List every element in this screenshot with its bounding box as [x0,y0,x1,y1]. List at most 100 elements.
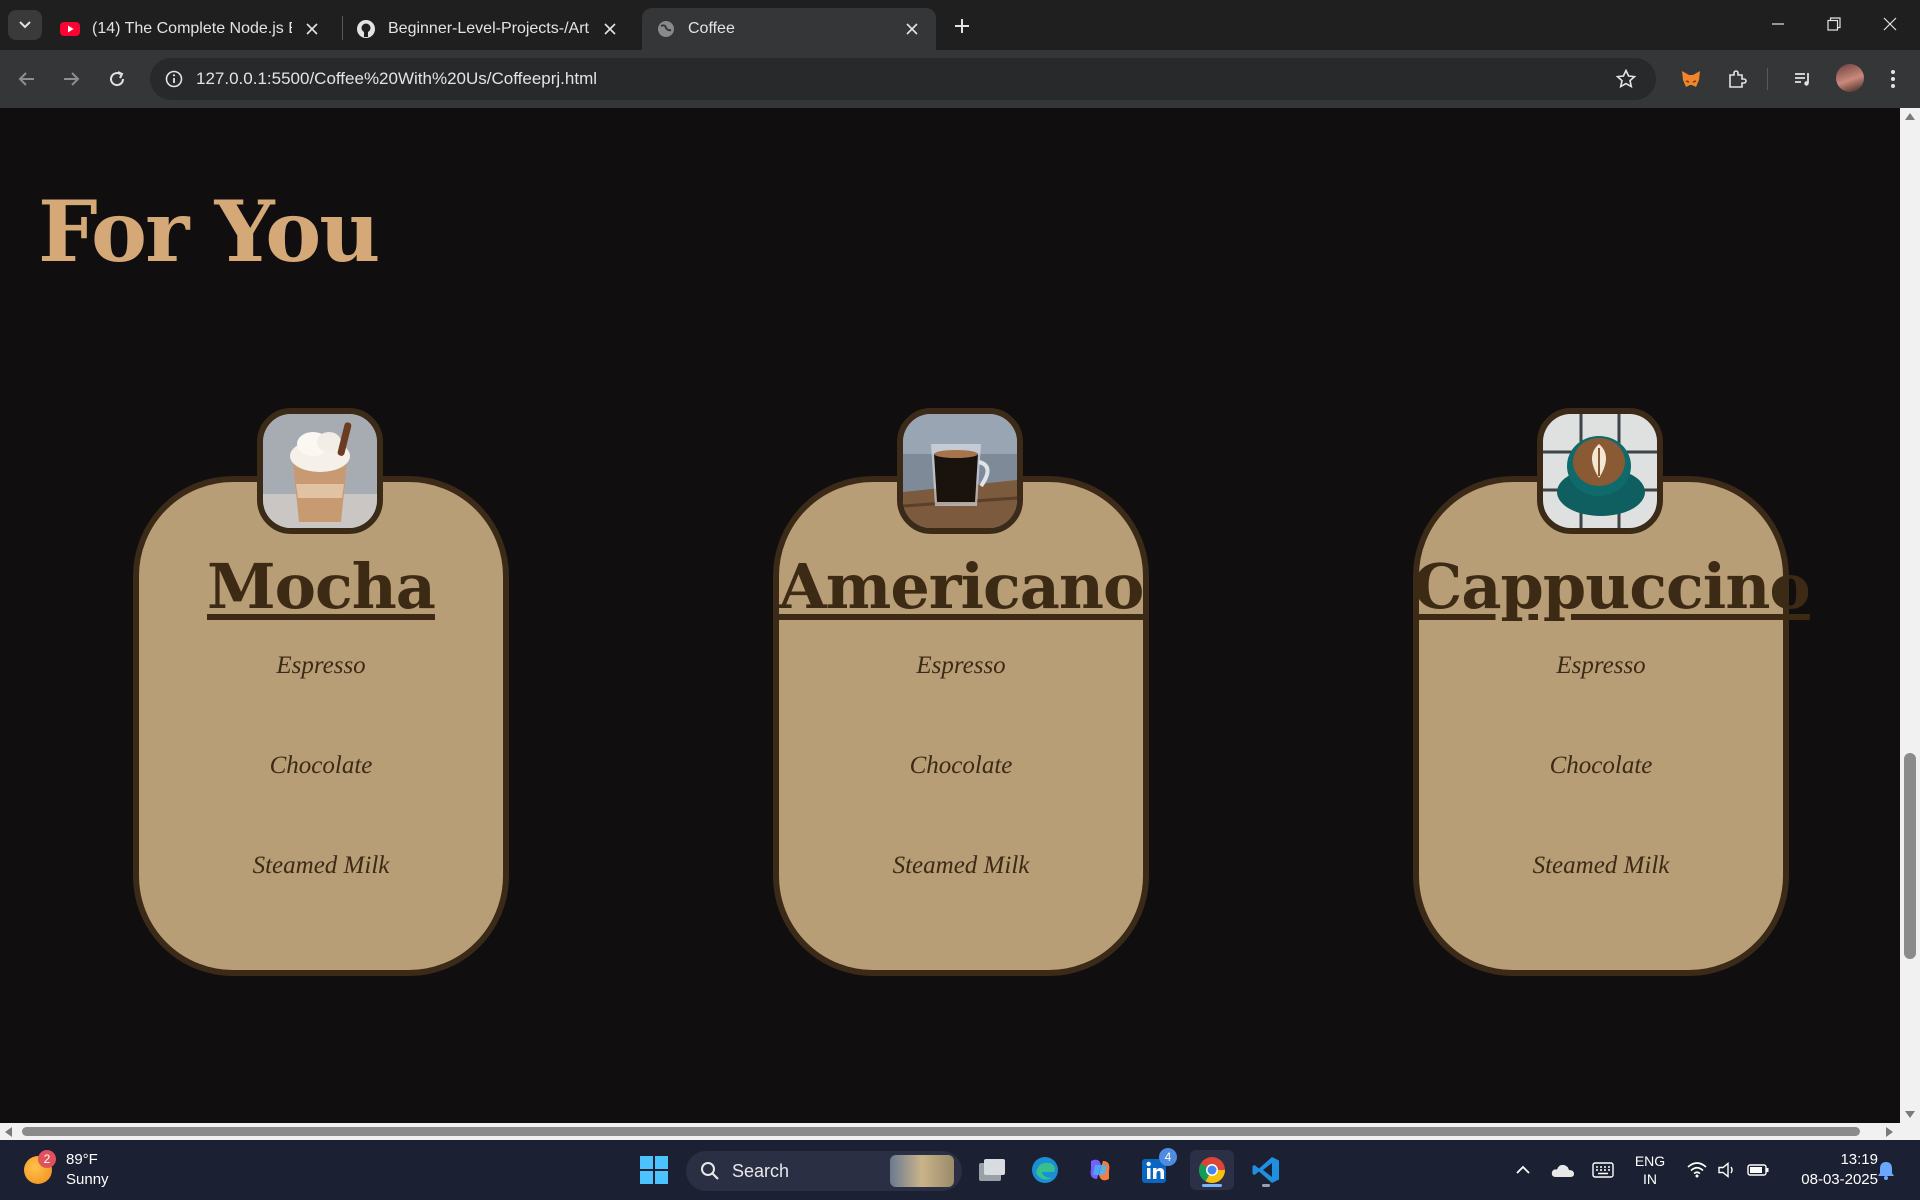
card-title[interactable]: Cappuccino [1413,550,1811,623]
scroll-down-icon[interactable] [1905,1111,1915,1119]
open-app-indicator [1262,1184,1270,1187]
coffee-card-cappuccino[interactable]: Cappuccino Espresso Chocolate Steamed Mi… [1413,408,1811,976]
coffee-card-americano[interactable]: Americano Espresso Chocolate Steamed Mil… [773,408,1149,976]
vscode-icon[interactable] [1246,1150,1286,1190]
sun-icon: 2 [24,1150,56,1184]
windows-start-icon[interactable] [634,1150,674,1190]
plus-icon [955,19,969,33]
close-window-button[interactable] [1862,0,1918,48]
toolbar-separator [1767,68,1768,90]
clock[interactable]: 13:19 08-03-2025 [1782,1140,1878,1200]
horizontal-scroll-thumb[interactable] [22,1127,1860,1136]
show-hidden-icons[interactable] [1510,1140,1536,1200]
lang-line1: ENG [1634,1153,1666,1169]
onedrive-icon[interactable] [1548,1140,1578,1200]
weather-condition: Sunny [66,1171,109,1188]
page-viewport: For You Mocha Espresso Chocolate Steamed… [0,108,1900,1123]
metamask-extension-icon[interactable] [1676,64,1706,94]
puzzle-extensions-icon[interactable] [1722,64,1752,94]
close-icon[interactable] [902,19,922,39]
ingredient-item: Chocolate [909,752,1013,779]
minimize-icon [1772,23,1784,25]
profile-avatar[interactable] [1836,64,1864,92]
clock-date: 08-03-2025 [1801,1171,1878,1188]
address-bar[interactable]: 127.0.0.1:5500/Coffee%20With%20Us/Coffee… [150,58,1656,100]
youtube-icon [60,19,80,39]
search-label: Search [732,1160,790,1181]
edge-browser-icon[interactable] [1025,1150,1065,1190]
close-icon[interactable] [600,19,620,39]
keyboard-icon[interactable] [1588,1140,1618,1200]
tab-coffee[interactable]: Coffee [642,8,936,50]
weather-widget[interactable]: 2 89°F Sunny [24,1150,109,1190]
bookmark-star-icon[interactable] [1614,67,1638,91]
github-icon [356,19,376,39]
ingredient-item: Steamed Milk [252,852,390,879]
close-icon [1883,17,1897,31]
card-title[interactable]: Mocha [133,550,509,623]
wifi-icon[interactable] [1684,1140,1710,1200]
kebab-menu-icon[interactable] [1878,64,1908,94]
url-text: 127.0.0.1:5500/Coffee%20With%20Us/Coffee… [196,69,598,88]
linkedin-icon[interactable]: 4 [1135,1148,1177,1190]
chevron-up-icon [1516,1165,1530,1174]
scroll-right-icon[interactable] [1886,1127,1894,1137]
ingredient-item: Espresso [276,652,366,679]
vertical-scroll-thumb[interactable] [1904,753,1916,959]
arrow-right-icon [64,72,80,86]
tab-github[interactable]: Beginner-Level-Projects-/Art Ga [342,8,634,50]
taskbar-search[interactable]: Search [686,1151,962,1191]
scroll-left-icon[interactable] [4,1127,12,1137]
minimize-button[interactable] [1750,0,1806,48]
copilot-icon[interactable] [1080,1150,1120,1190]
close-icon[interactable] [302,19,322,39]
volume-icon[interactable] [1714,1140,1740,1200]
tab-search-button[interactable] [8,10,42,40]
battery-icon[interactable] [1744,1140,1772,1200]
weather-temp: 89°F [66,1151,98,1168]
cappuccino-image [1537,408,1663,534]
tab-youtube[interactable]: (14) The Complete Node.js Boot [46,8,336,50]
scroll-up-icon[interactable] [1905,112,1915,120]
americano-image [897,408,1023,534]
reload-button[interactable] [102,64,132,94]
ingredient-item: Chocolate [269,752,373,779]
arrow-left-icon [18,72,34,86]
ingredient-item: Chocolate [1549,752,1653,779]
search-icon [701,1162,719,1180]
active-app-indicator [1202,1184,1222,1187]
chrome-icon[interactable] [1190,1150,1234,1190]
notification-bell-icon[interactable] [1872,1140,1900,1200]
mocha-image [257,408,383,534]
vertical-scrollbar[interactable] [1900,108,1920,1123]
ingredient-item: Steamed Milk [892,852,1030,879]
ingredient-item: Steamed Milk [1532,852,1670,879]
reload-icon [110,71,125,87]
language-indicator[interactable]: ENG IN [1630,1140,1670,1200]
new-tab-button[interactable] [948,12,976,40]
taskbar: 2 89°F Sunny Search 4 ENG IN 13:19 08-03… [0,1140,1920,1200]
site-info-icon[interactable] [162,67,186,91]
coffee-card-mocha[interactable]: Mocha Espresso Chocolate Steamed Milk [133,408,509,976]
card-title[interactable]: Americano [773,550,1149,623]
scrollbar-corner [1900,1123,1920,1140]
ingredient-item: Espresso [1556,652,1646,679]
tab-title: Coffee [688,20,735,37]
restore-icon [1827,17,1841,31]
task-view-icon[interactable] [972,1150,1012,1190]
lang-line2: IN [1643,1171,1657,1187]
globe-icon [656,19,676,39]
back-button[interactable] [12,64,42,94]
media-control-icon[interactable] [1788,64,1818,94]
page-title: For You [38,182,380,281]
browser-toolbar: 127.0.0.1:5500/Coffee%20With%20Us/Coffee… [0,50,1920,108]
restore-button[interactable] [1806,0,1862,48]
tab-title: Beginner-Level-Projects-/Art Ga [388,20,590,37]
chevron-down-icon [19,21,31,29]
notification-badge: 2 [38,1150,56,1168]
forward-button[interactable] [56,64,86,94]
search-highlight-image [890,1155,954,1187]
linkedin-badge: 4 [1159,1148,1177,1166]
horizontal-scrollbar[interactable] [0,1123,1900,1140]
tab-title: (14) The Complete Node.js Boot [92,20,292,37]
